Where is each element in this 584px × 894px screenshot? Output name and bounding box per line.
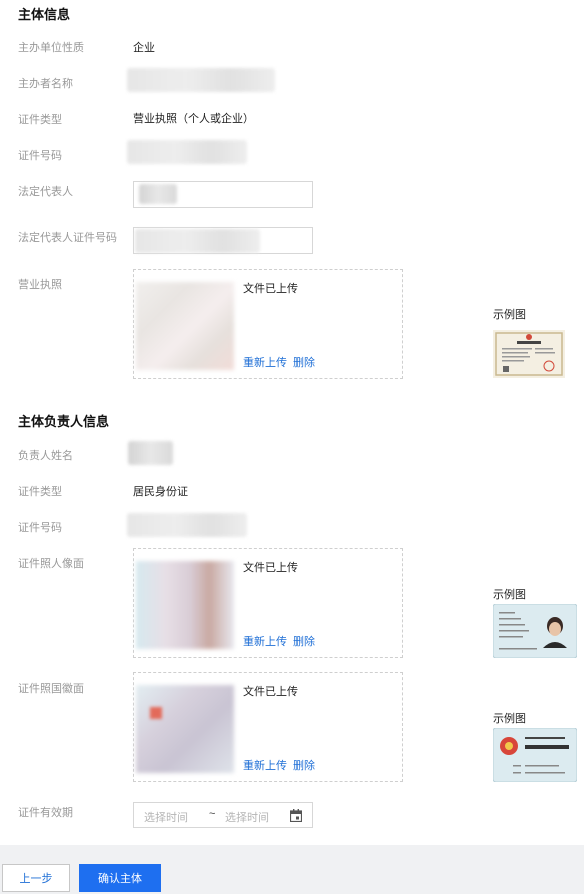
portrait-label: 证件照人像面 (18, 558, 84, 570)
cert-no-label: 证件号码 (18, 150, 62, 162)
emblem-reupload-link[interactable]: 重新上传 (243, 757, 287, 773)
license-thumbnail (136, 282, 234, 370)
legal-rep-value-redacted (139, 184, 177, 204)
section-title-principal: 主体负责人信息 (18, 414, 110, 429)
emblem-thumbnail-mark (150, 707, 162, 719)
legal-rep-label: 法定代表人 (18, 186, 73, 198)
emblem-delete-link[interactable]: 删除 (293, 757, 315, 773)
org-type-value: 企业 (133, 42, 155, 54)
calendar-icon[interactable] (289, 809, 303, 827)
date-start-input[interactable]: 选择时间 (144, 809, 188, 825)
cert-no-value-redacted (127, 140, 247, 164)
date-separator: ~ (209, 808, 216, 820)
emblem-example-label: 示例图 (493, 713, 526, 725)
prev-step-button[interactable]: 上一步 (2, 864, 70, 892)
license-reupload-link[interactable]: 重新上传 (243, 354, 287, 370)
org-type-label: 主办单位性质 (18, 42, 84, 54)
legal-rep-id-label: 法定代表人证件号码 (18, 232, 117, 244)
portrait-thumbnail (136, 561, 234, 649)
principal-name-value-redacted (128, 441, 173, 465)
section-title-subject: 主体信息 (18, 7, 71, 22)
cert-type-value: 营业执照（个人或企业） (133, 113, 254, 125)
org-name-value-redacted (127, 68, 275, 92)
date-end-input[interactable]: 选择时间 (225, 809, 269, 825)
portrait-example-image (492, 603, 578, 659)
principal-cert-no-value-redacted (127, 513, 247, 537)
validity-label: 证件有效期 (18, 807, 73, 819)
license-label: 营业执照 (18, 279, 62, 291)
emblem-thumbnail (136, 685, 234, 773)
principal-cert-no-label: 证件号码 (18, 522, 62, 534)
legal-rep-id-value-redacted (135, 229, 260, 253)
license-example-image (493, 330, 565, 378)
portrait-upload-status: 文件已上传 (243, 562, 298, 574)
license-delete-link[interactable]: 删除 (293, 354, 315, 370)
portrait-delete-link[interactable]: 删除 (293, 633, 315, 649)
principal-cert-type-label: 证件类型 (18, 486, 62, 498)
portrait-example-label: 示例图 (493, 589, 526, 601)
emblem-upload-status: 文件已上传 (243, 686, 298, 698)
emblem-label: 证件照国徽面 (18, 683, 84, 695)
cert-type-label: 证件类型 (18, 114, 62, 126)
emblem-upload-box[interactable]: 文件已上传 重新上传 删除 (133, 672, 403, 782)
license-example-label: 示例图 (493, 309, 526, 321)
license-upload-status: 文件已上传 (243, 283, 298, 295)
license-upload-box[interactable]: 文件已上传 重新上传 删除 (133, 269, 403, 379)
principal-name-label: 负责人姓名 (18, 450, 73, 462)
confirm-subject-button[interactable]: 确认主体 (79, 864, 161, 892)
emblem-example-image (492, 727, 578, 783)
principal-cert-type-value: 居民身份证 (133, 486, 188, 498)
portrait-upload-box[interactable]: 文件已上传 重新上传 删除 (133, 548, 403, 658)
validity-date-range[interactable]: 选择时间 ~ 选择时间 (133, 802, 313, 828)
org-name-label: 主办者名称 (18, 78, 73, 90)
portrait-reupload-link[interactable]: 重新上传 (243, 633, 287, 649)
